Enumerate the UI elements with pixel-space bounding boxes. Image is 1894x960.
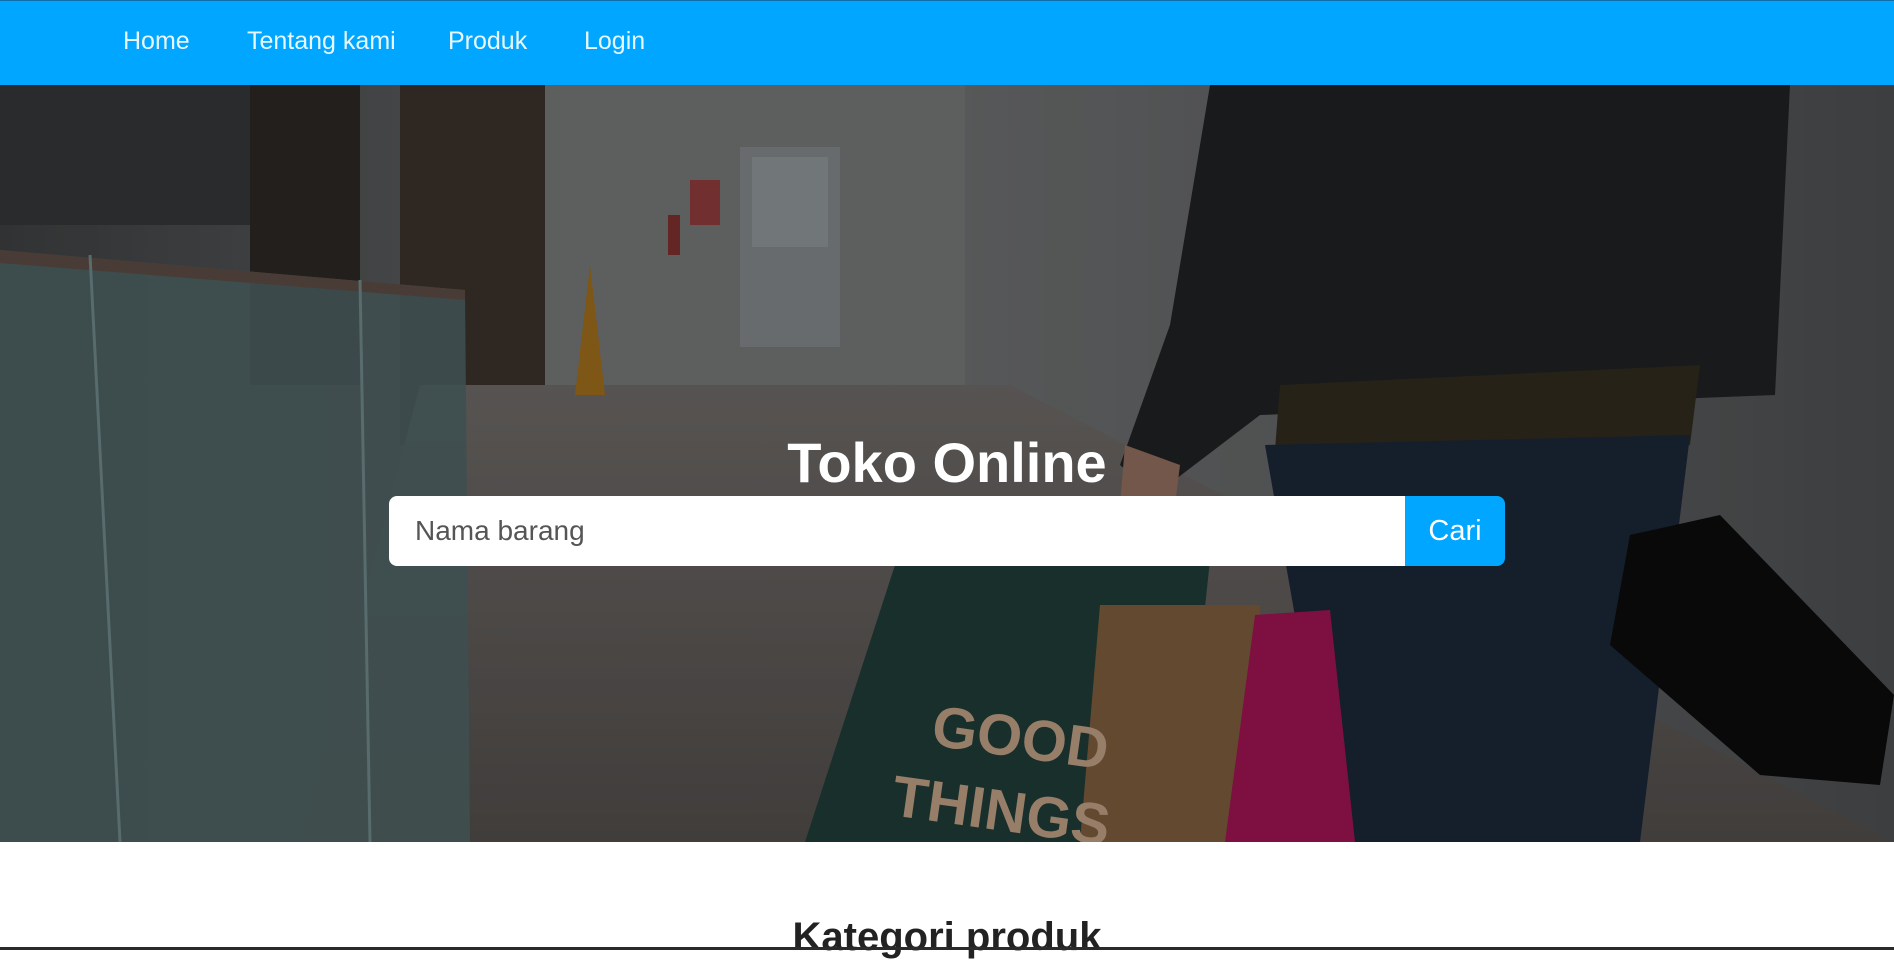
hero-banner: GOOD THINGS Toko Online Cari sesuatu?	[0, 85, 1894, 842]
search-input[interactable]	[389, 496, 1405, 566]
hero-title: Toko Online	[787, 431, 1107, 494]
nav-products-link[interactable]: Produk	[448, 27, 527, 56]
nav-login-link[interactable]: Login	[584, 27, 645, 56]
navbar: Home Tentang kami Produk Login	[0, 0, 1894, 85]
nav-about-link[interactable]: Tentang kami	[247, 27, 396, 56]
search-button[interactable]: Cari	[1405, 496, 1505, 566]
nav-home-link[interactable]: Home	[123, 27, 190, 56]
categories-section-title: Kategori produk	[792, 915, 1102, 959]
